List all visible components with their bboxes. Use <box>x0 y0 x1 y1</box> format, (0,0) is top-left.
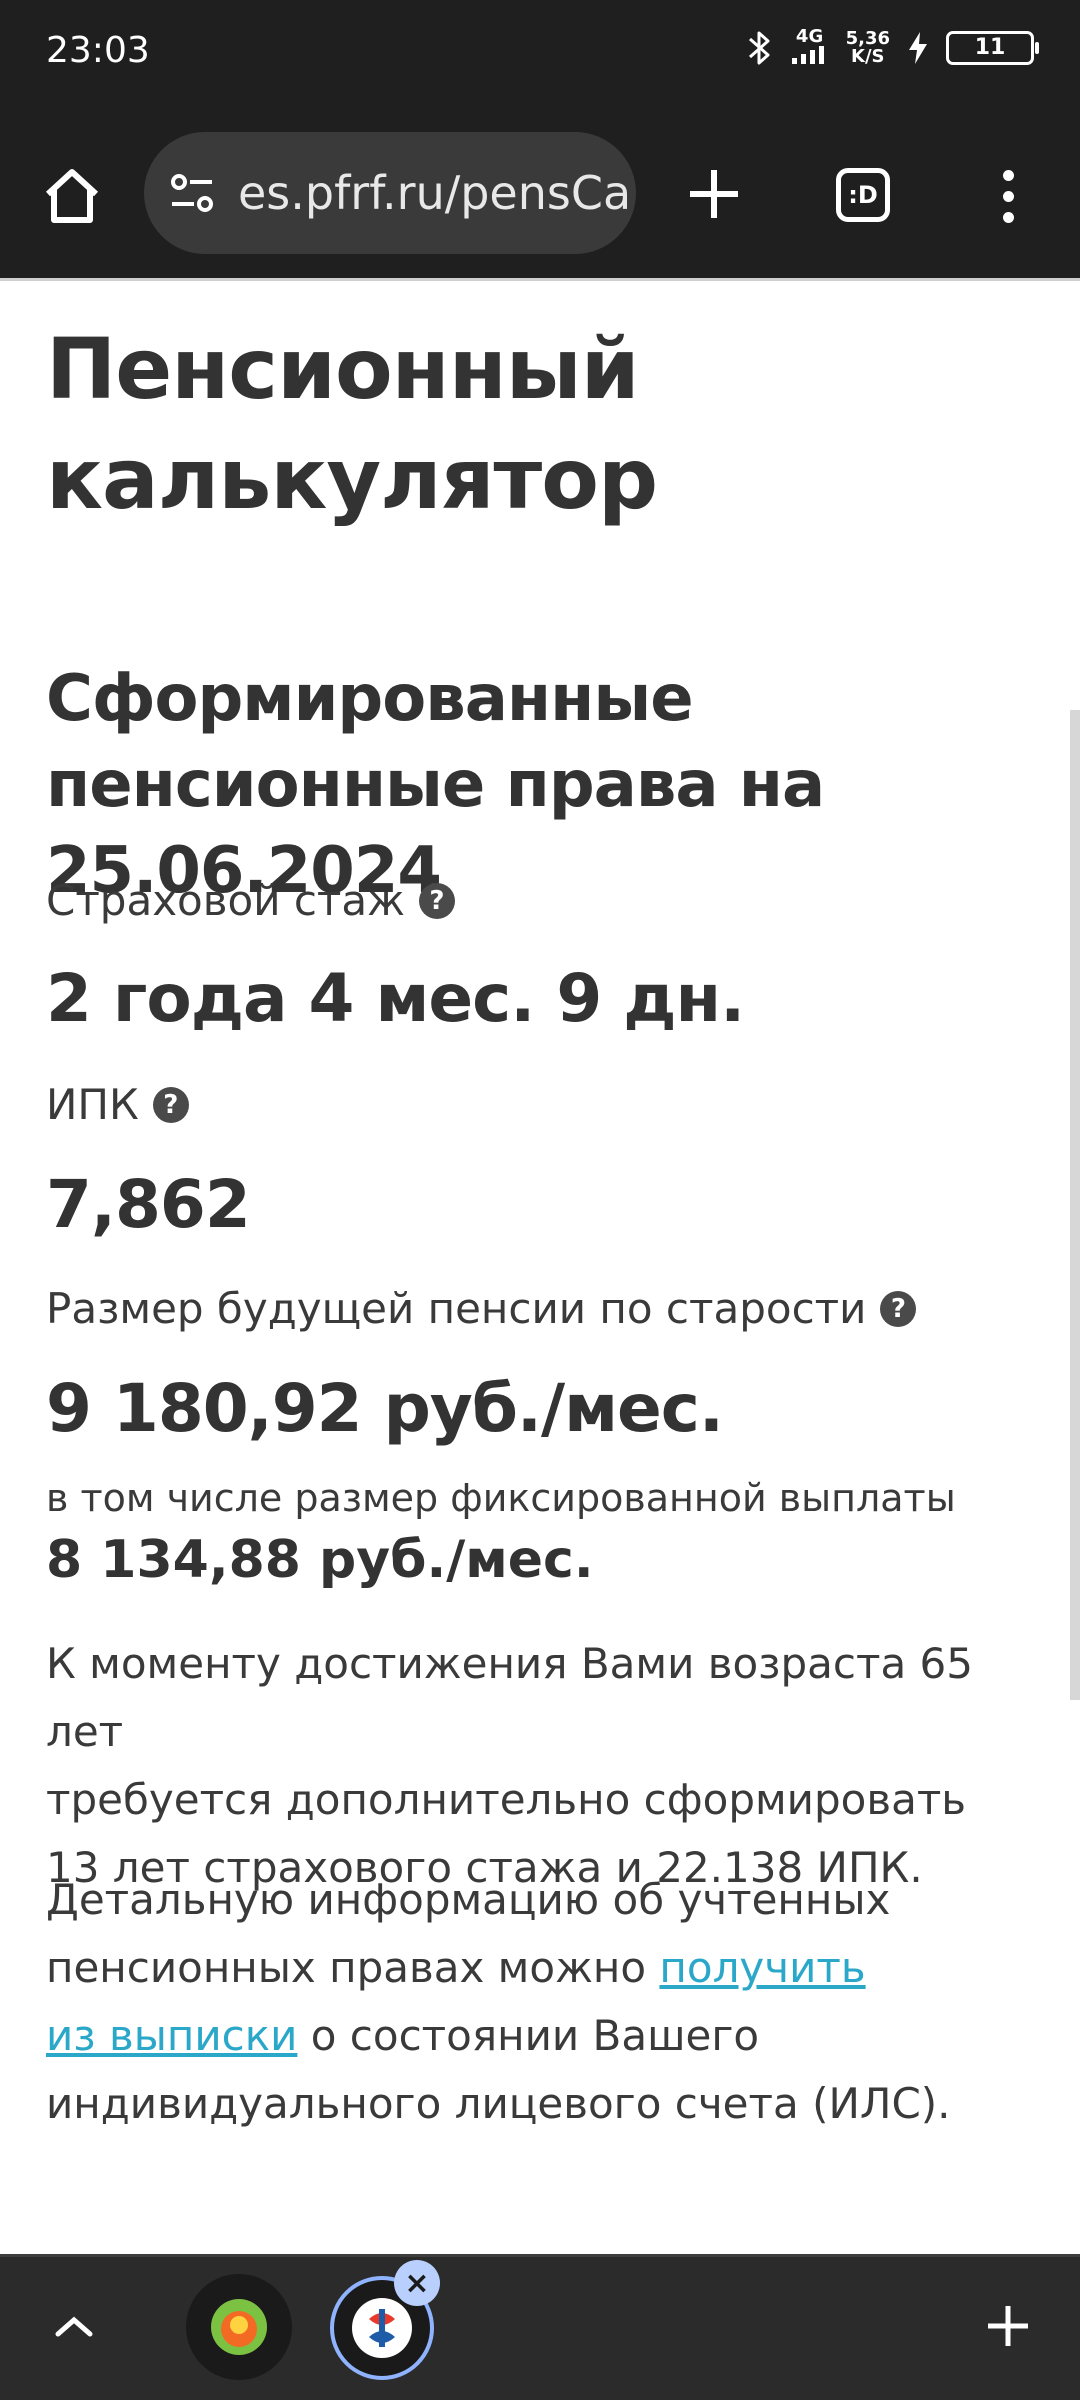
net-speed: 5,36 K/S <box>846 30 890 66</box>
chevron-up-icon <box>55 2316 93 2337</box>
sfr-logo-icon <box>352 2298 412 2358</box>
menu-icon-dot <box>1002 190 1014 202</box>
bottom-divider <box>0 2254 1080 2257</box>
url-text[interactable]: es.pfrf.ru/pensCa <box>238 166 631 220</box>
ipk-value: 7,862 <box>46 1166 251 1243</box>
info-line: Детальную информацию об учтенных <box>46 1875 891 1924</box>
tab-thumbnail-active[interactable]: × <box>330 2260 440 2380</box>
toolbar-divider <box>0 278 1080 281</box>
plus-icon <box>690 170 738 218</box>
status-bar: 23:03 4G 5,36 K/S 11 <box>0 0 1080 108</box>
site-settings-button[interactable] <box>166 167 218 219</box>
menu-icon-dot <box>1002 211 1014 223</box>
statement-link[interactable]: получить <box>659 1943 865 1992</box>
ipk-label: ИПК <box>46 1080 139 1129</box>
pension-value: 9 180,92 руб./мес. <box>46 1370 724 1447</box>
insurance-value: 2 года 4 мес. 9 дн. <box>46 960 745 1037</box>
menu-button[interactable] <box>980 158 1036 234</box>
new-tab-button[interactable] <box>676 156 752 232</box>
bluetooth-icon <box>748 31 770 65</box>
home-button[interactable] <box>34 158 110 234</box>
address-bar[interactable]: es.pfrf.ru/pensCa <box>144 132 636 254</box>
info-line: о состоянии Вашего <box>297 2011 760 2060</box>
info-line: пенсионных правах можно <box>46 1943 660 1992</box>
pension-label-row: Размер будущей пенсии по старости ? <box>46 1284 917 1333</box>
status-time: 23:03 <box>46 30 150 71</box>
site-favicon <box>211 2299 267 2355</box>
fixed-value: 8 134,88 руб./мес. <box>46 1530 594 1590</box>
network-type: 4G <box>795 26 824 47</box>
add-tab-button[interactable] <box>976 2294 1040 2358</box>
signal-icon <box>791 46 824 64</box>
tab-thumbnail[interactable] <box>186 2274 292 2380</box>
fixed-label: в том числе размер фиксированной выплаты <box>46 1476 956 1520</box>
help-icon[interactable]: ? <box>418 882 455 919</box>
browser-toolbar: es.pfrf.ru/pensCa :D <box>0 108 1080 278</box>
info-paragraph: Детальную информацию об учтенных пенсион… <box>46 1866 1046 2138</box>
help-icon[interactable]: ? <box>152 1086 189 1123</box>
expand-tabs-button[interactable] <box>44 2296 104 2356</box>
info-line: индивидуального лицевого счета (ИЛС). <box>46 2079 951 2128</box>
menu-icon-dot <box>1002 169 1014 181</box>
page-scrollbar[interactable] <box>1070 710 1080 1700</box>
status-icons: 4G 5,36 K/S 11 <box>744 28 1039 68</box>
plus-icon <box>988 2306 1028 2346</box>
home-icon <box>45 169 99 223</box>
note-line: К моменту достижения Вами возраста 65 ле… <box>46 1639 973 1756</box>
close-icon[interactable]: × <box>394 2260 440 2306</box>
insurance-label-row: Страховой стаж ? <box>46 876 455 925</box>
insurance-label: Страховой стаж <box>46 876 405 925</box>
charging-icon <box>909 32 927 64</box>
ipk-label-row: ИПК ? <box>46 1080 189 1129</box>
tune-icon <box>171 174 213 212</box>
requirement-note: К моменту достижения Вами возраста 65 ле… <box>46 1630 1046 1902</box>
pension-label: Размер будущей пенсии по старости <box>46 1284 867 1333</box>
page-title: Пенсионный калькулятор <box>46 320 658 528</box>
net-speed-unit: K/S <box>851 46 885 67</box>
bottom-tab-strip: × <box>0 2254 1080 2400</box>
statement-link-cont[interactable]: из выписки <box>46 2011 297 2060</box>
help-icon[interactable]: ? <box>880 1290 917 1327</box>
battery-indicator: 11 <box>946 31 1039 65</box>
network-indicator: 4G <box>790 28 830 68</box>
note-line: требуется дополнительно сформировать <box>46 1775 967 1824</box>
tab-switcher-button[interactable]: :D <box>836 168 890 222</box>
